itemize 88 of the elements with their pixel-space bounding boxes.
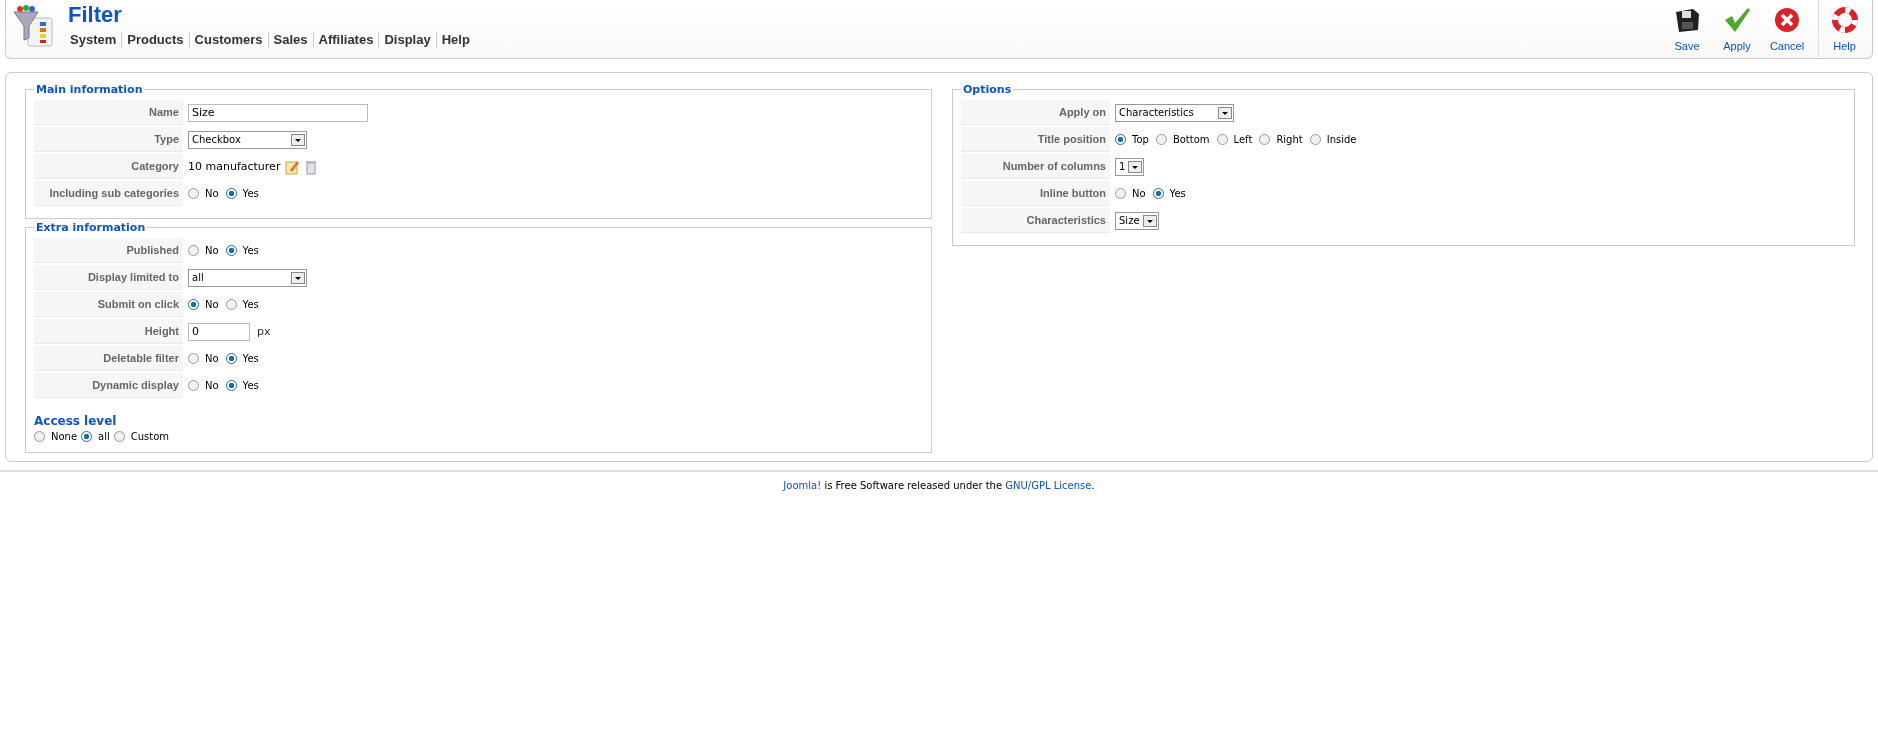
field-label: Type bbox=[34, 127, 183, 152]
radio-button[interactable] bbox=[188, 245, 199, 256]
field-label: Number of columns bbox=[961, 154, 1110, 179]
radio-button[interactable] bbox=[1152, 188, 1164, 199]
radio-label: No bbox=[1132, 188, 1146, 199]
radio-button[interactable] bbox=[188, 380, 199, 391]
field-label: Apply on bbox=[961, 100, 1110, 125]
menu-item[interactable]: Customers bbox=[188, 32, 268, 48]
radio-label: Right bbox=[1276, 134, 1303, 145]
radio-label: Top bbox=[1132, 134, 1149, 145]
dropdown[interactable]: Checkbox bbox=[188, 130, 307, 149]
section-title: Extra information bbox=[35, 221, 147, 234]
access-level-heading: Access level bbox=[34, 414, 118, 428]
radio-label: Bottom bbox=[1172, 134, 1210, 145]
radio-label: Left bbox=[1233, 134, 1253, 145]
radio-button[interactable] bbox=[1115, 188, 1126, 199]
radio-label: No bbox=[205, 380, 219, 391]
field-label: Dynamic display bbox=[34, 373, 183, 398]
radio-button[interactable] bbox=[1115, 134, 1126, 145]
radio-label: all bbox=[98, 431, 110, 442]
category-value: 10 manufacturer bbox=[188, 160, 281, 173]
radio-button[interactable] bbox=[1155, 134, 1167, 145]
field-label: Height bbox=[34, 319, 183, 344]
funnel-icon bbox=[12, 4, 56, 48]
radio-button[interactable] bbox=[225, 299, 237, 310]
unit-label: px bbox=[257, 325, 271, 338]
dropdown[interactable]: Size bbox=[1115, 211, 1159, 230]
field-label: Name bbox=[34, 100, 183, 125]
radio-button[interactable] bbox=[1259, 134, 1271, 145]
radio-label: Inside bbox=[1326, 134, 1357, 145]
radio-label: Yes bbox=[242, 299, 259, 310]
field-label: Deletable filter bbox=[34, 346, 183, 371]
apply-button[interactable]: Apply bbox=[1712, 0, 1762, 57]
field-label: Title position bbox=[961, 127, 1110, 152]
field-label: Characteristics bbox=[961, 208, 1110, 233]
radio-label: Yes bbox=[242, 380, 259, 391]
radio-label: No bbox=[205, 353, 219, 364]
radio-button[interactable] bbox=[225, 380, 237, 391]
radio-label: No bbox=[205, 245, 219, 256]
radio-button[interactable] bbox=[225, 245, 237, 256]
field-label: Inline button bbox=[961, 181, 1110, 206]
radio-label: None bbox=[51, 431, 78, 442]
menu-item[interactable]: Products bbox=[121, 32, 189, 48]
cancel-icon bbox=[1773, 6, 1801, 34]
dropdown[interactable]: 1 bbox=[1115, 157, 1145, 176]
checkmark-icon bbox=[1723, 6, 1751, 34]
section-title: Main information bbox=[35, 83, 144, 96]
radio-label: Yes bbox=[242, 245, 259, 256]
radio-button[interactable] bbox=[225, 353, 237, 364]
footer-text: Joomla! is Free Software released under the GNU/GPL License. bbox=[781, 480, 1096, 491]
cancel-button[interactable]: Cancel bbox=[1762, 0, 1812, 57]
field-label: Category bbox=[34, 154, 183, 179]
lifebuoy-icon bbox=[1830, 6, 1859, 34]
radio-button[interactable] bbox=[1216, 134, 1228, 145]
footer-link[interactable]: Joomla! bbox=[783, 480, 822, 491]
menu-item[interactable]: Display bbox=[378, 32, 436, 48]
page-title: Filter bbox=[68, 2, 123, 28]
field-label: Display limited to bbox=[34, 265, 183, 290]
trash-icon[interactable] bbox=[304, 158, 319, 175]
field-label: Published bbox=[34, 238, 183, 263]
radio-label: No bbox=[205, 299, 219, 310]
edit-icon[interactable] bbox=[285, 158, 300, 175]
dropdown[interactable]: all bbox=[188, 268, 307, 287]
text-field[interactable]: 0 bbox=[188, 322, 250, 341]
radio-button[interactable] bbox=[188, 188, 199, 199]
radio-button[interactable] bbox=[113, 431, 125, 442]
save-button[interactable]: Save bbox=[1662, 0, 1712, 57]
radio-button[interactable] bbox=[188, 353, 199, 364]
radio-button[interactable] bbox=[1309, 134, 1321, 145]
menu-item[interactable]: Help bbox=[435, 32, 475, 48]
help-button[interactable]: Help bbox=[1818, 0, 1870, 57]
radio-label: Yes bbox=[1169, 188, 1186, 199]
field-label: Including sub categories bbox=[34, 181, 183, 206]
section-title: Options bbox=[962, 83, 1013, 96]
dropdown[interactable]: Characteristics bbox=[1115, 103, 1234, 122]
radio-button[interactable] bbox=[34, 431, 45, 442]
radio-label: Yes bbox=[242, 353, 259, 364]
menu-item[interactable]: Affiliates bbox=[312, 32, 379, 48]
radio-label: Yes bbox=[242, 188, 259, 199]
radio-button[interactable] bbox=[225, 188, 237, 199]
radio-label: Custom bbox=[130, 431, 170, 442]
radio-button[interactable] bbox=[81, 431, 93, 442]
radio-button[interactable] bbox=[188, 299, 199, 310]
menu-item[interactable]: System bbox=[68, 32, 122, 48]
menu-item[interactable]: Sales bbox=[267, 32, 313, 48]
radio-label: No bbox=[205, 188, 219, 199]
field-label: Submit on click bbox=[34, 292, 183, 317]
text-field[interactable]: Size bbox=[188, 103, 368, 122]
